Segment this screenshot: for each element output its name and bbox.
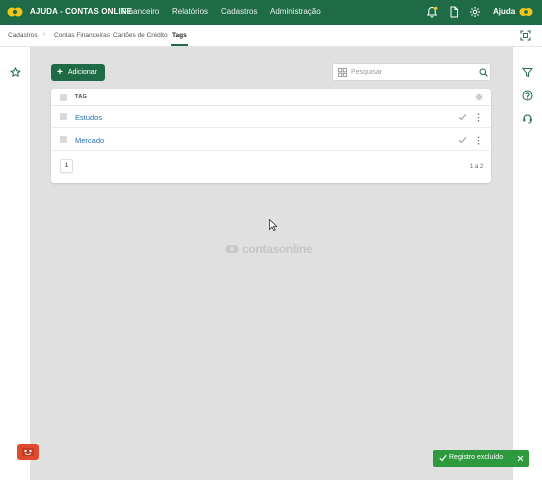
column-header-tag[interactable]: TAG bbox=[75, 94, 87, 100]
row-checkbox[interactable] bbox=[60, 113, 67, 120]
user-name[interactable]: Ajuda bbox=[493, 7, 515, 16]
table-row[interactable]: Estudos bbox=[51, 106, 491, 128]
mouse-cursor-icon bbox=[269, 219, 277, 231]
brand-title[interactable]: AJUDA - CONTAS ONLINE bbox=[30, 7, 132, 16]
nav-relatorios[interactable]: Relatórios bbox=[172, 7, 208, 16]
active-check-icon bbox=[458, 113, 467, 121]
document-icon[interactable] bbox=[448, 6, 460, 18]
search-box[interactable] bbox=[332, 63, 491, 81]
left-rail bbox=[0, 47, 30, 480]
tags-table: TAG Estudos Mercado 1 1 a 2 bbox=[51, 89, 491, 183]
toast-message: Registro excluído bbox=[449, 454, 504, 461]
tab-tags[interactable]: Tags bbox=[172, 32, 187, 39]
row-menu-kebab-icon[interactable] bbox=[477, 136, 480, 145]
tag-link[interactable]: Mercado bbox=[75, 136, 104, 145]
grid-filter-icon[interactable] bbox=[338, 68, 347, 77]
row-menu-kebab-icon[interactable] bbox=[477, 113, 480, 122]
add-button[interactable]: + Adicionar bbox=[51, 64, 105, 81]
active-tab-indicator bbox=[171, 44, 188, 46]
nav-administracao[interactable]: Administração bbox=[270, 7, 321, 16]
tab-cartoes-de-credito[interactable]: Cartões de Crédito bbox=[113, 32, 168, 39]
table-footer: 1 1 a 2 bbox=[51, 151, 491, 183]
bell-icon[interactable] bbox=[426, 6, 438, 18]
pin-icon[interactable] bbox=[10, 67, 21, 78]
page-number-button[interactable]: 1 bbox=[60, 159, 73, 173]
plus-icon: + bbox=[57, 66, 63, 78]
logo-icon[interactable] bbox=[7, 6, 23, 18]
breadcrumb-root[interactable]: Cadastros bbox=[8, 32, 38, 39]
success-check-icon bbox=[439, 454, 447, 462]
nav-cadastros[interactable]: Cadastros bbox=[221, 7, 257, 16]
watermark: contasonline bbox=[225, 242, 313, 256]
fullscreen-icon[interactable] bbox=[520, 30, 531, 41]
pagination-range: 1 a 2 bbox=[470, 164, 484, 170]
tag-link[interactable]: Estudos bbox=[75, 113, 102, 122]
close-icon[interactable] bbox=[517, 455, 524, 462]
table-header: TAG bbox=[51, 89, 491, 106]
watermark-logo-icon bbox=[225, 245, 239, 253]
user-avatar-icon[interactable] bbox=[519, 6, 533, 18]
chevron-right-icon: › bbox=[43, 31, 46, 38]
search-input[interactable] bbox=[351, 67, 471, 78]
select-all-checkbox[interactable] bbox=[60, 94, 67, 101]
watermark-text: contasonline bbox=[242, 242, 313, 256]
help-icon[interactable] bbox=[522, 90, 533, 101]
chat-bot-icon[interactable] bbox=[16, 443, 40, 462]
right-rail bbox=[513, 47, 542, 480]
search-icon[interactable] bbox=[479, 68, 488, 77]
row-checkbox[interactable] bbox=[60, 136, 67, 143]
toast-notification: Registro excluído bbox=[433, 450, 529, 467]
tab-contas-financeiras[interactable]: Contas Financeiras bbox=[54, 32, 110, 39]
active-check-icon bbox=[458, 136, 467, 144]
gear-icon[interactable] bbox=[469, 6, 481, 18]
nav-financeiro[interactable]: Financeiro bbox=[122, 7, 159, 16]
column-settings-gear-icon[interactable] bbox=[475, 93, 483, 101]
table-row[interactable]: Mercado bbox=[51, 129, 491, 151]
breadcrumb: Cadastros › Contas Financeiras Cartões d… bbox=[0, 25, 542, 47]
top-navbar: AJUDA - CONTAS ONLINE Financeiro Relatór… bbox=[0, 0, 542, 25]
add-button-label: Adicionar bbox=[67, 69, 98, 76]
support-headset-icon[interactable] bbox=[522, 113, 533, 124]
filter-funnel-icon[interactable] bbox=[522, 67, 533, 78]
